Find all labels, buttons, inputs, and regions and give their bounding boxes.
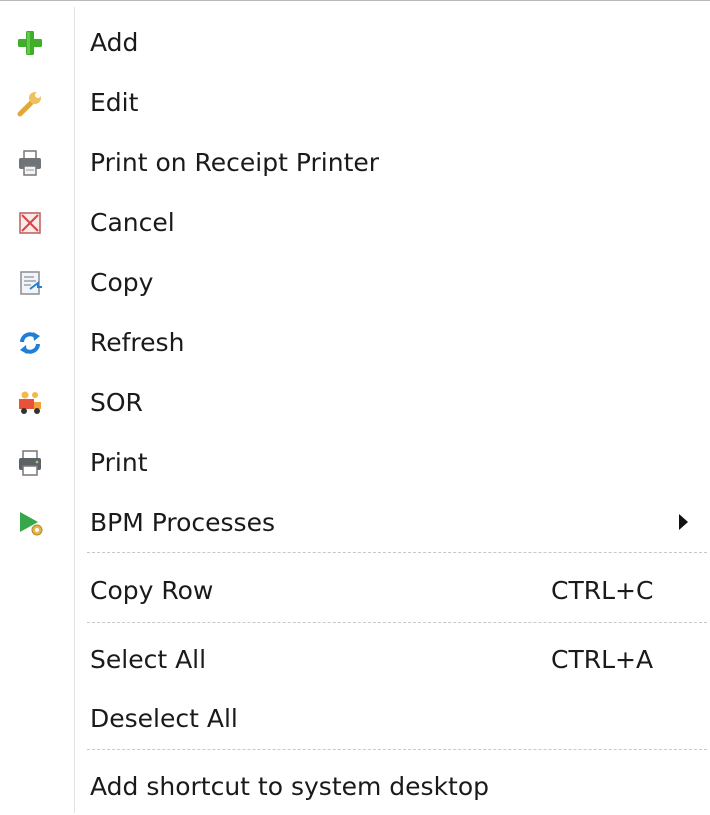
menu-item-sor[interactable]: SOR — [0, 375, 710, 431]
menu-item-label: Refresh — [90, 328, 185, 357]
menu-separator — [87, 622, 707, 623]
printer-icon — [16, 449, 44, 477]
menu-item-shortcut: CTRL+C — [551, 576, 654, 605]
menu-item-label: Add — [90, 28, 139, 57]
menu-item-label: SOR — [90, 388, 143, 417]
menu-item-refresh[interactable]: Refresh — [0, 315, 710, 371]
menu-item-select-all[interactable]: Select All CTRL+A — [0, 632, 710, 688]
menu-item-label: Print — [90, 448, 148, 477]
menu-item-print[interactable]: Print — [0, 435, 710, 491]
menu-item-edit[interactable]: Edit — [0, 75, 710, 131]
menu-item-add-shortcut-to-desktop[interactable]: Add shortcut to system desktop — [0, 759, 710, 815]
menu-item-copy-row[interactable]: Copy Row CTRL+C — [0, 563, 710, 619]
menu-item-label: Copy Row — [90, 576, 214, 605]
bpm-play-gear-icon — [16, 509, 44, 537]
menu-item-label: BPM Processes — [90, 508, 275, 537]
add-icon — [16, 29, 44, 57]
menu-separator — [87, 749, 707, 750]
menu-item-bpm-processes[interactable]: BPM Processes — [0, 495, 710, 551]
sor-truck-icon — [16, 389, 44, 417]
menu-item-label: Deselect All — [90, 704, 238, 733]
submenu-arrow-icon — [679, 514, 688, 530]
menu-item-label: Copy — [90, 268, 154, 297]
context-menu: Add Edit Print on Receipt Printer Cancel… — [0, 0, 710, 814]
menu-item-cancel[interactable]: Cancel — [0, 195, 710, 251]
menu-item-label: Edit — [90, 88, 139, 117]
refresh-icon — [16, 329, 44, 357]
menu-item-add[interactable]: Add — [0, 15, 710, 71]
menu-item-shortcut: CTRL+A — [551, 645, 654, 674]
menu-item-label: Print on Receipt Printer — [90, 148, 380, 177]
copy-document-icon — [16, 269, 44, 297]
receipt-printer-icon — [16, 149, 44, 177]
menu-item-label: Select All — [90, 645, 207, 674]
menu-item-label: Cancel — [90, 208, 175, 237]
menu-item-label: Add shortcut to system desktop — [90, 772, 490, 801]
wrench-icon — [16, 89, 44, 117]
menu-item-print-receipt[interactable]: Print on Receipt Printer — [0, 135, 710, 191]
menu-item-copy[interactable]: Copy — [0, 255, 710, 311]
menu-separator — [87, 552, 707, 553]
cancel-icon — [16, 209, 44, 237]
menu-item-deselect-all[interactable]: Deselect All — [0, 691, 710, 747]
